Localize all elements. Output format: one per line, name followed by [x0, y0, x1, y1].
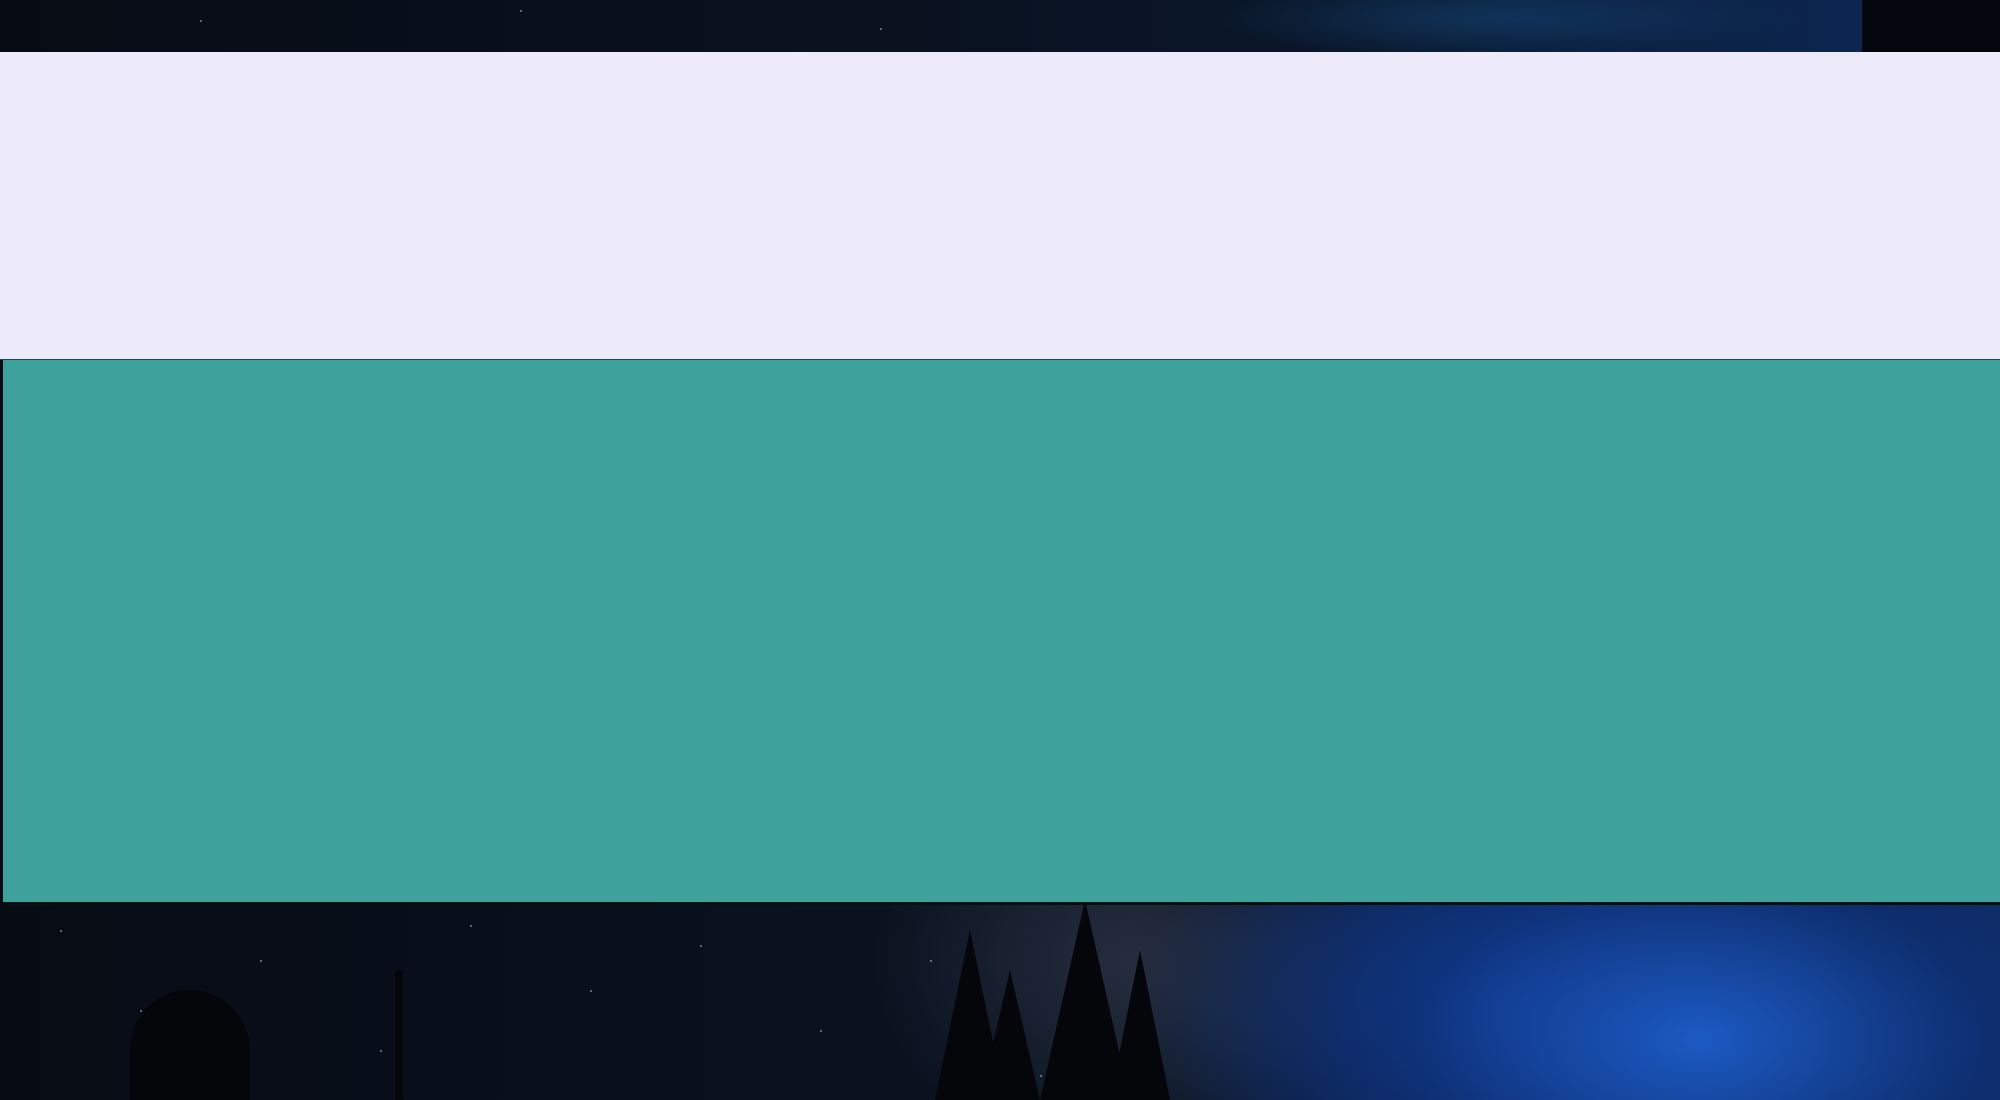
star — [140, 1010, 142, 1012]
star — [470, 925, 472, 927]
star — [700, 945, 702, 947]
tree-silhouette — [395, 970, 403, 1100]
star — [520, 10, 522, 12]
tree-silhouette — [1110, 950, 1170, 1100]
light-panel — [0, 52, 2000, 359]
tree-silhouette — [130, 990, 250, 1100]
star — [820, 1030, 822, 1032]
star — [880, 28, 882, 30]
star — [1040, 1075, 1042, 1077]
star — [380, 1050, 382, 1052]
screen — [0, 0, 2000, 1100]
star — [590, 990, 592, 992]
star — [200, 20, 202, 22]
teal-panel — [3, 360, 2000, 905]
star — [930, 960, 932, 962]
star — [60, 930, 62, 932]
top-edge-strip — [1862, 0, 2000, 52]
star — [260, 960, 262, 962]
